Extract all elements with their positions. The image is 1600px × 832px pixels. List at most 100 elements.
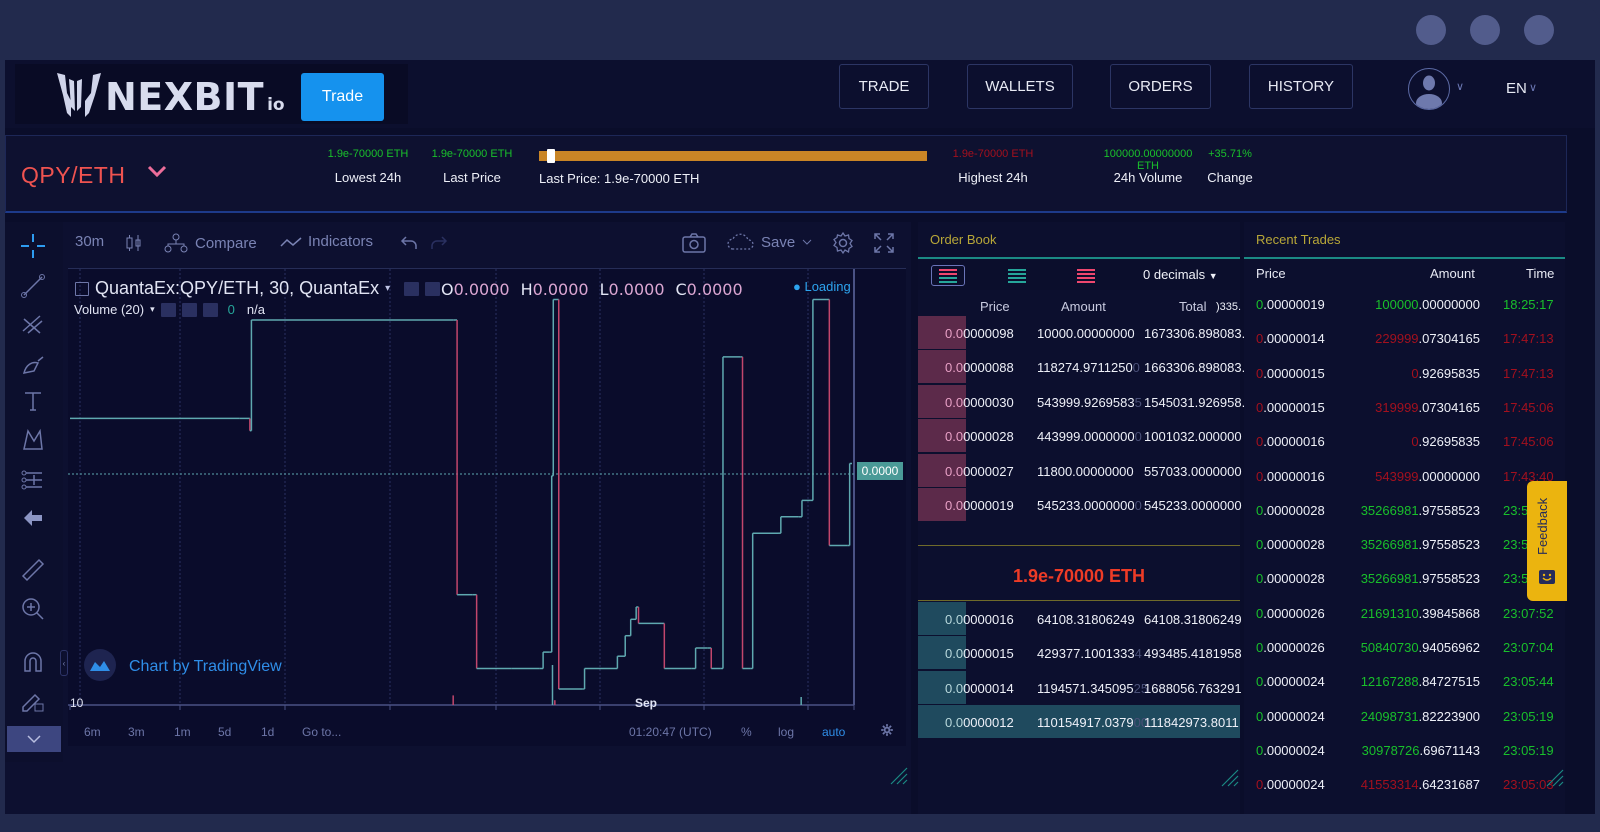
interval-selector[interactable]: 30m — [75, 233, 104, 250]
goto-button[interactable]: Go to... — [302, 725, 341, 739]
trade-row[interactable]: 0.00000024 30978726.69671143 23:05:19 — [1244, 735, 1565, 769]
ask-row[interactable]: 0.00000027 11800.00000000 557033.0000000 — [918, 453, 1242, 488]
language-selector[interactable]: EN — [1506, 80, 1527, 97]
tradingview-attribution[interactable]: Chart by TradingView — [129, 658, 282, 676]
nav-history[interactable]: HISTORY — [1249, 64, 1353, 109]
decimals-selector[interactable]: 0 decimals ▼ — [1143, 267, 1218, 282]
redo-icon[interactable] — [430, 235, 448, 251]
trade-row[interactable]: 0.00000028 35266981.97558523 23:5 — [1244, 529, 1565, 563]
compare-button[interactable]: Compare — [163, 233, 257, 253]
pattern-tool-icon[interactable] — [19, 426, 47, 454]
range-3m[interactable]: 3m — [128, 725, 145, 739]
fullscreen-icon[interactable] — [873, 232, 895, 254]
prediction-tool-icon[interactable] — [19, 466, 47, 494]
bid-row[interactable]: 0.00000012 110154917.037900 111842973.8011 — [918, 705, 1240, 739]
magnet-icon[interactable] — [19, 648, 47, 676]
collapse-toolbar-button[interactable]: ‹ — [60, 650, 68, 676]
lock-drawings-icon[interactable] — [19, 686, 47, 714]
trade-button[interactable]: Trade — [301, 73, 384, 121]
undo-icon[interactable] — [400, 235, 418, 251]
range-1m[interactable]: 1m — [174, 725, 191, 739]
ask-row[interactable]: 0.00000019 545233.00000000 545233.0000000 — [918, 488, 1242, 522]
text-tool-icon[interactable] — [19, 387, 47, 415]
trade-row[interactable]: 0.00000016 0.92695835 17:45:06 — [1244, 426, 1565, 460]
bid-row[interactable]: 0.00000015 429377.10013334 493485.4181958 — [918, 636, 1242, 670]
nav-wallets[interactable]: WALLETS — [967, 64, 1073, 109]
nav-orders[interactable]: ORDERS — [1110, 64, 1211, 109]
bid-price: 0.00000015 — [945, 646, 1014, 662]
ask-row[interactable]: 0.00000028 443999.00000000 1001032.000000 — [918, 419, 1242, 453]
crosshair-icon[interactable] — [19, 232, 47, 260]
logo-suffix: io — [267, 95, 285, 115]
trade-price: 0.00000016 — [1256, 468, 1325, 484]
trade-row[interactable]: 0.00000028 35266981.97558523 23:5 — [1244, 495, 1565, 529]
volume-gear-icon[interactable] — [181, 302, 197, 317]
fib-tool-icon[interactable] — [19, 310, 47, 338]
ask-amount: 11800.00000000 — [1037, 463, 1134, 479]
trend-line-icon[interactable] — [19, 272, 47, 300]
language-chevron-down-icon[interactable]: ∨ — [1529, 81, 1537, 94]
view-asks-icon[interactable] — [1069, 265, 1103, 286]
nav-trade[interactable]: TRADE — [839, 64, 929, 109]
window-dot-3[interactable] — [1524, 15, 1554, 45]
trade-row[interactable]: 0.00000024 41553314.64231687 23:05:03 — [1244, 769, 1565, 803]
gear-icon[interactable] — [425, 281, 441, 296]
indicators-button[interactable]: Indicators — [280, 233, 373, 250]
trade-row[interactable]: 0.00000024 12167288.84727515 23:05:44 — [1244, 666, 1565, 700]
ask-row[interactable]: 0.00000030 543999.92695835 1545031.926958. — [918, 384, 1245, 419]
hide-drawings-button[interactable] — [7, 726, 61, 752]
ask-row[interactable]: 0.00000098 10000.00000000 1673306.898083. — [918, 316, 1245, 350]
save-button[interactable]: Save — [727, 233, 813, 251]
pair-chevron-down-icon[interactable] — [146, 160, 168, 182]
trade-row[interactable]: 0.00000026 50840730.94056962 23:07:04 — [1244, 632, 1565, 666]
symbol-title[interactable]: QuantaEx:QPY/ETH, 30, QuantaEx — [95, 278, 379, 299]
trade-row[interactable]: 0.00000014 229999.07304165 17:47:13 — [1244, 323, 1565, 357]
trade-row[interactable]: 0.00000019 100000.00000000 18:25:17 — [1244, 289, 1565, 323]
collapse-legend-icon[interactable] — [75, 281, 89, 296]
ruler-icon[interactable] — [19, 556, 47, 584]
user-avatar[interactable] — [1408, 68, 1450, 110]
avatar-chevron-down-icon[interactable]: ∨ — [1456, 80, 1464, 93]
eye-icon[interactable] — [404, 281, 420, 296]
trade-row[interactable]: 0.00000024 24098731.82223900 23:05:19 — [1244, 701, 1565, 735]
auto-toggle[interactable]: auto — [822, 725, 845, 739]
bid-total: 493485.4181958 — [1144, 646, 1242, 662]
view-bids-icon[interactable] — [1000, 265, 1034, 286]
bid-row[interactable]: 0.00000016 64108.31806249 64108.31806249 — [918, 602, 1242, 636]
trade-row[interactable]: 0.00000028 35266981.97558523 23:5 — [1244, 563, 1565, 597]
trade-time: 17:47:13 — [1503, 331, 1554, 347]
range-6m[interactable]: 6m — [84, 725, 101, 739]
candle-style-icon[interactable] — [125, 233, 143, 253]
volume-label[interactable]: Volume (20) — [74, 302, 144, 317]
scale-settings-gear-icon[interactable] — [880, 723, 894, 740]
trade-row[interactable]: 0.00000016 543999.00000000 17:43:40 — [1244, 461, 1565, 495]
view-both-icon[interactable] — [931, 265, 965, 286]
window-dot-2[interactable] — [1470, 15, 1500, 45]
arrow-left-icon[interactable] — [19, 504, 47, 532]
log-toggle[interactable]: log — [778, 725, 794, 739]
bid-row[interactable]: 0.00000014 1194571.34509525 1688056.763291 — [918, 670, 1242, 705]
tradingview-logo-icon[interactable] — [84, 649, 116, 681]
volume-dropdown-icon[interactable]: ▾ — [150, 304, 155, 315]
screenshot-icon[interactable] — [681, 232, 707, 254]
stat-value: 1.9e-70000 ETH — [952, 148, 1034, 160]
settings-gear-icon[interactable] — [831, 231, 855, 255]
symbol-dropdown-icon[interactable]: ▾ — [385, 283, 390, 294]
volume-close-icon[interactable] — [202, 302, 218, 317]
utc-time[interactable]: 01:20:47 (UTC) — [629, 725, 712, 739]
ask-row[interactable]: 0.00000088 118274.97112500 1663306.898083. — [918, 350, 1245, 384]
trade-row[interactable]: 0.00000026 21691310.39845868 23:07:52 — [1244, 598, 1565, 632]
brush-icon[interactable] — [19, 350, 47, 378]
trade-row[interactable]: 0.00000015 0.92695835 17:47:13 — [1244, 358, 1565, 392]
volume-eye-icon[interactable] — [160, 302, 176, 317]
trade-price: 0.00000026 — [1256, 605, 1325, 621]
logo[interactable]: NEXBIT io — [57, 71, 285, 117]
zoom-in-icon[interactable] — [19, 595, 47, 623]
percent-toggle[interactable]: % — [741, 725, 752, 739]
range-1d[interactable]: 1d — [261, 725, 274, 739]
pair-selector[interactable]: QPY/ETH — [21, 162, 125, 189]
feedback-button[interactable]: Feedback — [1527, 481, 1567, 601]
trade-row[interactable]: 0.00000015 319999.07304165 17:45:06 — [1244, 392, 1565, 426]
range-5d[interactable]: 5d — [218, 725, 231, 739]
window-dot-1[interactable] — [1416, 15, 1446, 45]
